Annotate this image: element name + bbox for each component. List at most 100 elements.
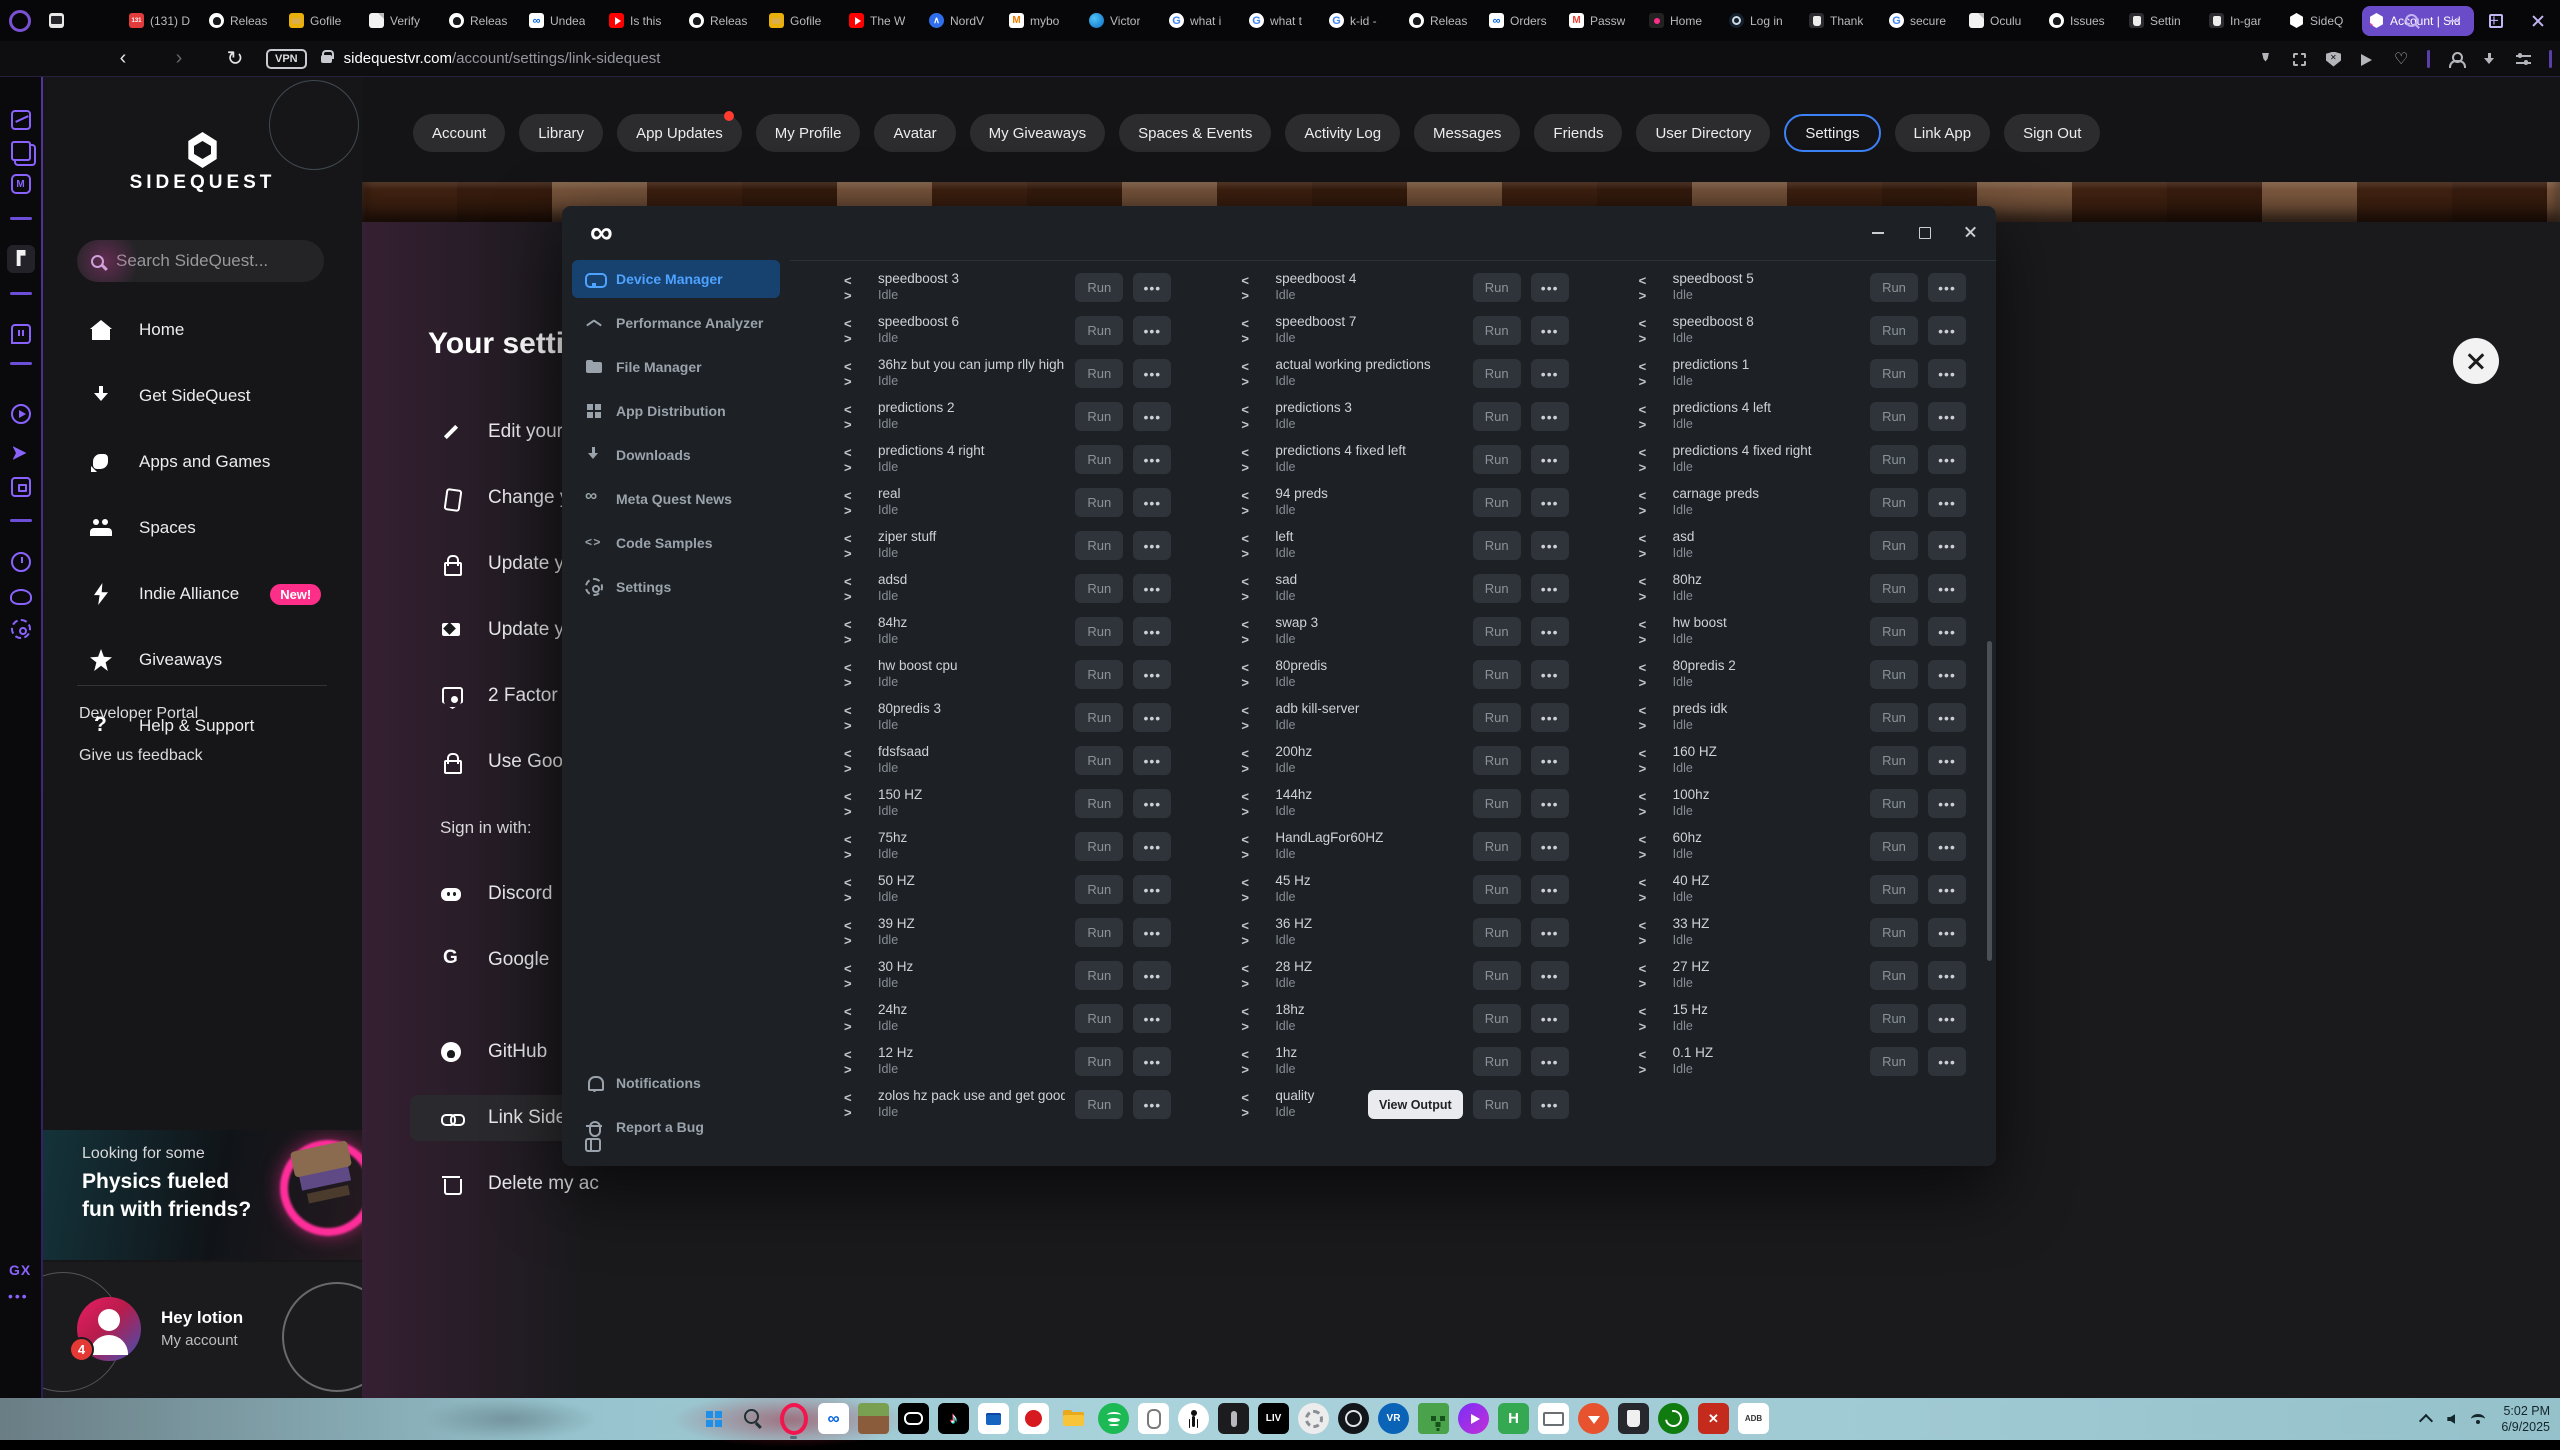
taskbar-icon[interactable] <box>818 1403 849 1434</box>
run-button[interactable]: Run <box>1075 918 1123 947</box>
sidebar-nav-item[interactable]: Apps and Games <box>43 447 362 477</box>
more-options-button[interactable]: ••• <box>1928 875 1966 904</box>
taskbar-icon[interactable] <box>1178 1403 1209 1434</box>
promo-card[interactable]: Looking for some Physics fueled fun with… <box>43 1130 362 1260</box>
run-button[interactable]: Run <box>1870 574 1918 603</box>
more-options-button[interactable]: ••• <box>1531 961 1569 990</box>
browser-tab[interactable]: NordV <box>922 6 1000 36</box>
rail-icon[interactable] <box>11 324 31 344</box>
browser-tab[interactable]: Orders <box>1482 6 1560 36</box>
rail-icon[interactable] <box>11 443 31 463</box>
more-options-button[interactable]: ••• <box>1531 789 1569 818</box>
more-options-button[interactable]: ••• <box>1133 402 1171 431</box>
taskbar-icon[interactable] <box>1618 1403 1649 1434</box>
run-button[interactable]: Run <box>1075 1004 1123 1033</box>
more-options-button[interactable]: ••• <box>1928 918 1966 947</box>
more-options-button[interactable]: ••• <box>1133 832 1171 861</box>
browser-tab[interactable]: Gofile <box>762 6 840 36</box>
taskbar-icon[interactable] <box>1218 1403 1249 1434</box>
more-options-button[interactable]: ••• <box>1928 1004 1966 1033</box>
run-button[interactable]: Run <box>1473 574 1521 603</box>
run-button[interactable]: Run <box>1473 703 1521 732</box>
volume-icon[interactable] <box>2447 1414 2455 1424</box>
more-options-button[interactable]: ••• <box>1133 875 1171 904</box>
more-options-button[interactable]: ••• <box>1531 660 1569 689</box>
more-options-button[interactable]: ••• <box>1133 488 1171 517</box>
taskbar-icon[interactable] <box>1378 1403 1409 1434</box>
browser-tab[interactable]: Undea <box>522 6 600 36</box>
opera-gx-logo-icon[interactable] <box>9 10 31 32</box>
settings-option[interactable]: Delete my ac <box>410 1169 650 1199</box>
more-options-button[interactable]: ••• <box>1531 1090 1569 1119</box>
browser-tab[interactable]: Thank <box>1802 6 1880 36</box>
run-button[interactable]: Run <box>1473 660 1521 689</box>
more-options-button[interactable]: ••• <box>1133 531 1171 560</box>
sidebar-search[interactable] <box>77 240 324 282</box>
mqdh-nav-item[interactable]: Meta Quest News <box>572 480 780 518</box>
site-security-lock-icon[interactable] <box>321 55 332 63</box>
more-options-button[interactable]: ••• <box>1928 961 1966 990</box>
sidebar-nav-item[interactable]: Get SideQuest <box>43 381 362 411</box>
browser-tab[interactable]: Victor <box>1082 6 1160 36</box>
taskbar-icon[interactable] <box>1698 1403 1729 1434</box>
rail-icon[interactable] <box>11 141 31 161</box>
run-button[interactable]: Run <box>1075 832 1123 861</box>
settings-tab-pill[interactable]: Sign Out <box>2004 114 2100 152</box>
run-button[interactable]: Run <box>1075 789 1123 818</box>
more-options-button[interactable]: ••• <box>1928 488 1966 517</box>
sidebar-nav-item[interactable]: Giveaways <box>43 645 362 675</box>
taskbar-icon[interactable] <box>778 1403 809 1434</box>
run-button[interactable]: Run <box>1473 961 1521 990</box>
window-close-button[interactable] <box>2530 13 2546 29</box>
more-options-button[interactable]: ••• <box>1928 316 1966 345</box>
run-button[interactable]: Run <box>1473 359 1521 388</box>
reload-button[interactable]: ↻ <box>222 46 248 71</box>
taskbar-icon[interactable] <box>1578 1403 1609 1434</box>
tab-search-icon[interactable] <box>2404 13 2420 29</box>
mqdh-nav-item[interactable]: Downloads <box>572 436 780 474</box>
browser-tab[interactable]: Log in <box>1722 6 1800 36</box>
settings-tab-pill[interactable]: App Updates <box>617 114 742 152</box>
browser-tab[interactable]: SideQ <box>2282 6 2360 36</box>
taskbar-icon[interactable] <box>1418 1403 1449 1434</box>
window-maximize-button[interactable] <box>2488 13 2504 29</box>
taskbar-icon[interactable] <box>1658 1403 1689 1434</box>
browser-tab[interactable] <box>42 6 120 36</box>
more-options-button[interactable]: ••• <box>1928 789 1966 818</box>
more-options-button[interactable]: ••• <box>1928 574 1966 603</box>
more-options-button[interactable]: ••• <box>1531 918 1569 947</box>
rail-icon[interactable] <box>11 404 31 424</box>
taskbar-icon[interactable] <box>738 1403 769 1434</box>
account-row[interactable]: 4 Hey lotion My account <box>43 1262 362 1398</box>
taskbar-icon[interactable] <box>1258 1403 1289 1434</box>
profile-icon[interactable] <box>2447 51 2464 68</box>
mqdh-titlebar[interactable]: ∞ <box>562 206 1996 260</box>
more-options-button[interactable]: ••• <box>1928 660 1966 689</box>
browser-tab[interactable]: Passw <box>1562 6 1640 36</box>
browser-tab[interactable]: mybo <box>1002 6 1080 36</box>
settings-tab-pill[interactable]: Spaces & Events <box>1119 114 1271 152</box>
more-options-button[interactable]: ••• <box>1531 617 1569 646</box>
run-button[interactable]: Run <box>1870 402 1918 431</box>
mqdh-minimize-button[interactable] <box>1870 224 1886 240</box>
rail-icon[interactable] <box>11 174 31 194</box>
browser-tab[interactable]: (131) D <box>122 6 200 36</box>
more-options-button[interactable]: ••• <box>1531 531 1569 560</box>
run-button[interactable]: Run <box>1870 832 1918 861</box>
mqdh-nav-item[interactable]: Device Manager <box>572 260 780 298</box>
run-button[interactable]: Run <box>1473 1090 1521 1119</box>
run-button[interactable]: Run <box>1870 660 1918 689</box>
sidebar-footer-link[interactable]: Give us feedback <box>79 747 203 765</box>
settings-tab-pill[interactable]: Link App <box>1895 114 1991 152</box>
run-button[interactable]: Run <box>1075 273 1123 302</box>
rail-more-icon[interactable]: ••• <box>8 1288 29 1304</box>
rail-icon[interactable] <box>11 552 31 572</box>
more-options-button[interactable]: ••• <box>1133 1090 1171 1119</box>
adblock-shield-icon[interactable] <box>2325 51 2342 68</box>
taskbar-icon[interactable] <box>1458 1403 1489 1434</box>
mqdh-nav-item[interactable]: App Distribution <box>572 392 780 430</box>
forward-button[interactable]: › <box>166 47 192 70</box>
run-button[interactable]: Run <box>1870 746 1918 775</box>
pin-icon[interactable] <box>2257 51 2274 68</box>
taskbar-icon[interactable] <box>938 1403 969 1434</box>
